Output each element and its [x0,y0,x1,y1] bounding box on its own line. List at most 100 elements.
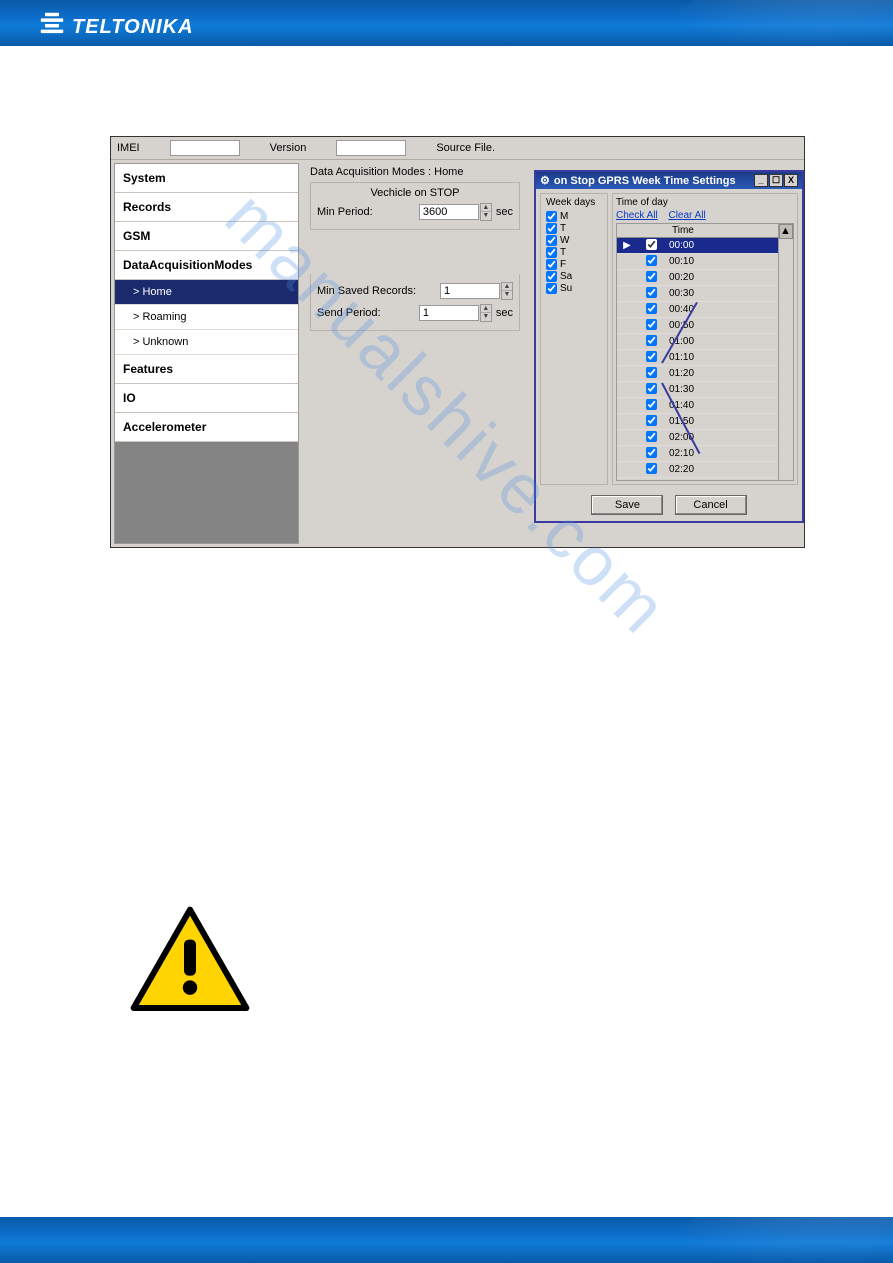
time-checkbox[interactable] [646,271,657,282]
time-scrollbar[interactable]: ▲ [778,224,793,480]
weekday-checkbox[interactable] [546,283,557,294]
time-checkbox[interactable] [646,463,657,474]
time-table: Time ▶ 00:00 00:1000:2000:3000:4000:5001:0… [616,223,794,481]
time-value: 02:10 [665,448,694,459]
sidebar-item-features[interactable]: Features [115,355,298,384]
weekday-su[interactable]: Su [546,283,602,294]
time-row[interactable]: 00:10 [617,254,793,270]
vehicle-on-stop-fieldset: Vechicle on STOP Min Period: ▲▼ sec [310,182,520,230]
source-label: Source File. [436,142,495,154]
sidebar-item-system[interactable]: System [115,164,298,193]
version-label: Version [270,142,307,154]
time-row[interactable]: 00:30 [617,286,793,302]
time-row[interactable]: 02:10 [617,446,793,462]
time-checkbox[interactable] [646,335,657,346]
time-value: 01:40 [665,400,694,411]
send-period-unit: sec [496,307,513,319]
weekday-checkbox[interactable] [546,235,557,246]
time-checkbox[interactable] [646,287,657,298]
window-icon: ⚙ [540,174,550,187]
time-value: 01:20 [665,368,694,379]
time-checkbox[interactable] [646,351,657,362]
screenshot-container: IMEI Version Source File. SystemRecordsG… [110,136,805,548]
time-checkbox[interactable] [646,447,657,458]
sidebar-item-records[interactable]: Records [115,193,298,222]
time-row[interactable]: 01:40 [617,398,793,414]
sidebar-item-home[interactable]: > Home [115,280,298,305]
weekday-t[interactable]: T [546,247,602,258]
version-field[interactable] [336,140,406,156]
weekday-t[interactable]: T [546,223,602,234]
min-saved-input[interactable] [440,283,500,299]
sidebar-item-dataacquisitionmodes[interactable]: DataAcquisitionModes [115,251,298,280]
weekday-checkbox[interactable] [546,223,557,234]
fieldset-legend: Vechicle on STOP [317,187,513,199]
time-row[interactable]: 00:20 [617,270,793,286]
time-row[interactable]: 01:50 [617,414,793,430]
time-row[interactable]: 00:50 [617,318,793,334]
time-value: 00:00 [665,240,694,251]
maximize-icon[interactable]: ☐ [769,174,783,187]
save-button[interactable]: Save [591,495,663,515]
time-checkbox[interactable] [646,383,657,394]
send-period-input[interactable] [419,305,479,321]
sidebar-item-gsm[interactable]: GSM [115,222,298,251]
weekday-checkbox[interactable] [546,247,557,258]
weekday-m[interactable]: M [546,211,602,222]
imei-field[interactable] [170,140,240,156]
imei-label: IMEI [117,142,140,154]
weekday-f[interactable]: F [546,259,602,270]
time-checkbox[interactable] [646,431,657,442]
time-row[interactable]: 02:20 [617,462,793,478]
time-checkbox[interactable] [646,303,657,314]
check-all-link[interactable]: Check All [616,210,658,221]
footer-banner [0,1217,893,1263]
settings-sidebar: SystemRecordsGSMDataAcquisitionModes> Ho… [114,163,299,544]
send-period-label: Send Period: [317,307,381,319]
time-row[interactable]: 01:00 [617,334,793,350]
weekday-w[interactable]: W [546,235,602,246]
time-checkbox[interactable] [646,239,657,250]
row-pointer-icon: ▶ [617,240,637,251]
time-checkbox[interactable] [646,319,657,330]
spinner-icon[interactable]: ▲▼ [480,304,492,322]
min-saved-label: Min Saved Records: [317,285,416,297]
popup-titlebar[interactable]: ⚙ on Stop GPRS Week Time Settings _ ☐ X [536,172,802,189]
sidebar-item-unknown[interactable]: > Unknown [115,330,298,355]
time-value: 01:10 [665,352,694,363]
cancel-button[interactable]: Cancel [675,495,747,515]
close-icon[interactable]: X [784,174,798,187]
record-fieldset: Min Saved Records: ▲▼ Send Period: ▲▼ se… [310,274,520,331]
time-checkbox[interactable] [646,255,657,266]
min-period-unit: sec [496,206,513,218]
weekday-checkbox[interactable] [546,259,557,270]
time-row[interactable]: 01:10 [617,350,793,366]
scroll-up-icon[interactable]: ▲ [779,224,793,239]
weekday-checkbox[interactable] [546,211,557,222]
sidebar-item-io[interactable]: IO [115,384,298,413]
weekday-sa[interactable]: Sa [546,271,602,282]
teltonika-logo-icon [38,10,66,44]
spinner-icon[interactable]: ▲▼ [480,203,492,221]
sidebar-item-accelerometer[interactable]: Accelerometer [115,413,298,442]
content-panel: Data Acquisition Modes : Home Vechicle o… [302,160,804,547]
spinner-icon[interactable]: ▲▼ [501,282,513,300]
weekday-checkbox[interactable] [546,271,557,282]
min-period-label: Min Period: [317,206,373,218]
time-checkbox[interactable] [646,367,657,378]
weekdays-panel: Week days M T W T F Sa Su [540,193,608,485]
time-row[interactable]: 01:20 [617,366,793,382]
min-period-input[interactable] [419,204,479,220]
time-checkbox[interactable] [646,399,657,410]
time-value: 01:30 [665,384,694,395]
time-column-header: Time [617,224,793,238]
time-row[interactable]: 01:30 [617,382,793,398]
time-checkbox[interactable] [646,415,657,426]
minimize-icon[interactable]: _ [754,174,768,187]
time-row[interactable]: ▶ 00:00 [617,238,793,254]
clear-all-link[interactable]: Clear All [668,210,705,221]
sidebar-empty [115,442,298,543]
sidebar-item-roaming[interactable]: > Roaming [115,305,298,330]
time-row[interactable]: 00:40 [617,302,793,318]
time-row[interactable]: 02:00 [617,430,793,446]
